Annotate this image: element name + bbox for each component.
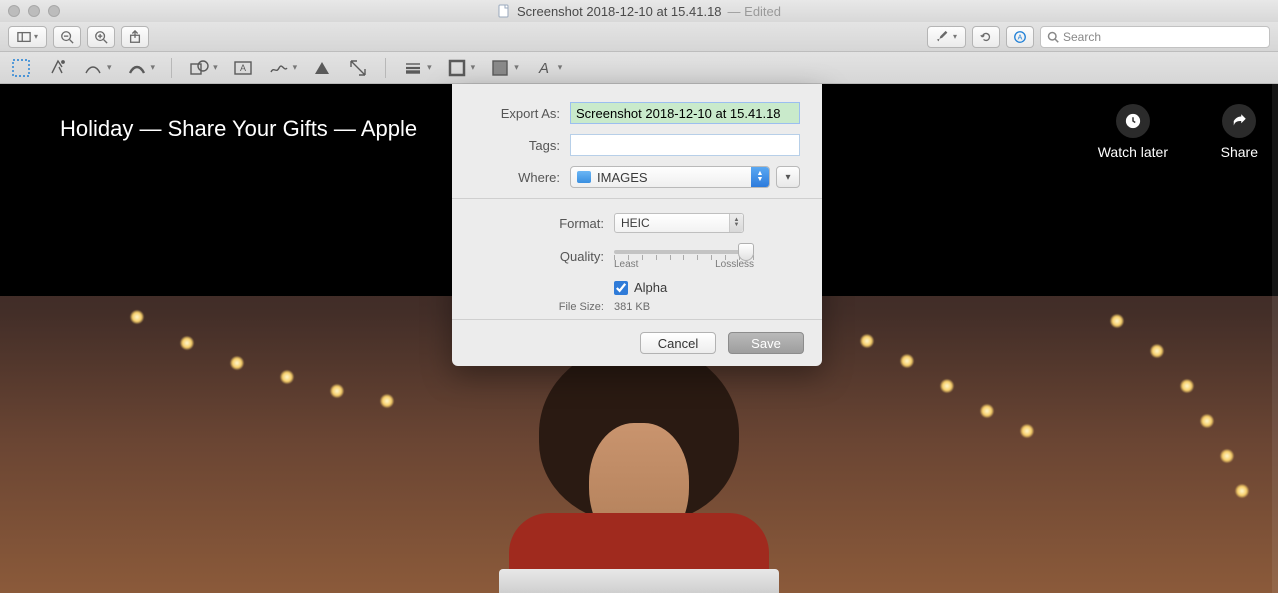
main-toolbar: ▾ ▾ A Search [0, 22, 1278, 52]
tags-input[interactable] [570, 134, 800, 156]
document-icon [497, 4, 511, 18]
chevron-updown-icon: ▲▼ [751, 167, 769, 187]
where-select[interactable]: IMAGES ▲▼ [570, 166, 770, 188]
where-label: Where: [474, 170, 560, 185]
expand-where-button[interactable]: ▾ [776, 166, 800, 188]
window-title-suffix: — Edited [728, 4, 781, 19]
search-field[interactable]: Search [1040, 26, 1270, 48]
sketch-tool[interactable]: ▾ [82, 57, 112, 79]
zoom-in-button[interactable] [87, 26, 115, 48]
markup-button[interactable]: ▾ [927, 26, 966, 48]
quality-slider[interactable] [614, 243, 754, 247]
quality-least-label: Least [614, 259, 638, 270]
text-style-tool[interactable]: A▾ [533, 57, 563, 79]
adjust-size-tool[interactable] [347, 57, 369, 79]
edit-button[interactable]: A [1006, 26, 1034, 48]
shape-style-tool[interactable]: ▾ [402, 57, 432, 79]
folder-icon [577, 171, 591, 183]
watch-later-label: Watch later [1098, 144, 1168, 160]
filesize-label: File Size: [474, 301, 614, 313]
selection-tool[interactable] [10, 57, 32, 79]
video-title: Holiday — Share Your Gifts — Apple [60, 116, 417, 142]
slider-thumb[interactable] [738, 243, 754, 261]
save-button[interactable]: Save [728, 332, 804, 354]
tags-label: Tags: [474, 138, 560, 153]
filesize-value: 381 KB [614, 301, 650, 313]
svg-text:A: A [240, 63, 246, 73]
traffic-lights [8, 5, 60, 17]
format-label: Format: [474, 216, 604, 231]
cancel-button[interactable]: Cancel [640, 332, 716, 354]
share-button[interactable] [121, 26, 149, 48]
export-as-label: Export As: [474, 106, 560, 121]
minimize-window-button[interactable] [28, 5, 40, 17]
video-share-label: Share [1221, 144, 1258, 160]
draw-tool[interactable]: ▾ [126, 57, 156, 79]
shapes-tool[interactable]: ▾ [188, 57, 218, 79]
export-as-input[interactable] [570, 102, 800, 124]
markup-toolbar: ▾ ▾ ▾ A ▾ ▾ ▾ ▾ A▾ [0, 52, 1278, 84]
search-icon [1047, 31, 1059, 43]
window-title: Screenshot 2018-12-10 at 15.41.18 — Edit… [497, 4, 781, 19]
alpha-label: Alpha [634, 280, 667, 295]
vertical-scrollbar[interactable] [1272, 84, 1278, 593]
format-select[interactable]: HEIC ▲▼ [614, 213, 744, 233]
chevron-updown-icon: ▲▼ [729, 214, 743, 232]
close-window-button[interactable] [8, 5, 20, 17]
rotate-button[interactable] [972, 26, 1000, 48]
window-titlebar: Screenshot 2018-12-10 at 15.41.18 — Edit… [0, 0, 1278, 22]
window-title-text: Screenshot 2018-12-10 at 15.41.18 [517, 4, 722, 19]
watch-later-button[interactable]: Watch later [1098, 104, 1168, 160]
chevron-down-icon: ▾ [785, 172, 790, 183]
svg-text:A: A [1018, 34, 1023, 41]
sign-tool[interactable]: ▾ [268, 57, 298, 79]
share-arrow-icon [1230, 112, 1248, 130]
search-placeholder: Search [1063, 30, 1101, 44]
export-dialog: Export As: Tags: Where: IMAGES ▲▼ ▾ Form… [452, 84, 822, 366]
quality-label: Quality: [474, 249, 604, 264]
svg-text:A: A [538, 60, 549, 77]
fill-color-tool[interactable]: ▾ [489, 57, 519, 79]
zoom-window-button[interactable] [48, 5, 60, 17]
adjust-color-tool[interactable] [311, 57, 333, 79]
border-color-tool[interactable]: ▾ [446, 57, 476, 79]
zoom-out-button[interactable] [53, 26, 81, 48]
format-value: HEIC [621, 216, 650, 230]
view-mode-button[interactable]: ▾ [8, 26, 47, 48]
instant-alpha-tool[interactable] [46, 57, 68, 79]
clock-icon [1124, 112, 1142, 130]
alpha-checkbox[interactable] [614, 281, 628, 295]
video-character [509, 343, 769, 593]
video-share-button[interactable]: Share [1221, 104, 1258, 160]
text-tool[interactable]: A [232, 57, 254, 79]
where-value: IMAGES [597, 170, 648, 185]
video-laptop [499, 569, 779, 593]
